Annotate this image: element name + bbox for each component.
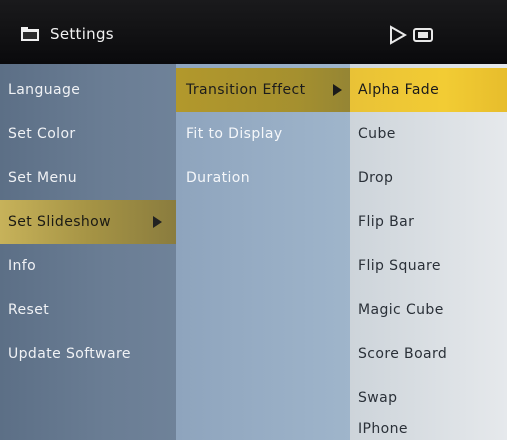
menu-item-label: Set Color (8, 126, 76, 142)
option-drop[interactable]: Drop (350, 156, 507, 200)
submenu-item-transition-effect[interactable]: Transition Effect (176, 68, 350, 112)
menu-item-label: Language (8, 82, 81, 98)
menu-item-reset[interactable]: Reset (0, 288, 176, 332)
option-swap[interactable]: Swap (350, 376, 507, 420)
transition-effect-options: Alpha Fade Cube Drop Flip Bar Flip Squar… (350, 64, 507, 440)
option-label: Magic Cube (358, 302, 444, 318)
submenu-arrow-icon (333, 84, 342, 96)
option-label: Flip Square (358, 258, 441, 274)
page-title: Settings (50, 25, 114, 43)
battery-icon (413, 27, 433, 47)
option-cube[interactable]: Cube (350, 112, 507, 156)
submenu-item-label: Fit to Display (186, 126, 283, 142)
menu-item-set-slideshow[interactable]: Set Slideshow (0, 200, 176, 244)
header-title-group: Settings (20, 22, 114, 46)
option-alpha-fade[interactable]: Alpha Fade (350, 68, 507, 112)
option-label: Cube (358, 126, 396, 142)
option-label: Alpha Fade (358, 82, 440, 98)
option-label: IPhone (358, 421, 408, 437)
submenu-item-label: Transition Effect (186, 82, 306, 98)
option-label: Swap (358, 390, 398, 406)
option-score-board[interactable]: Score Board (350, 332, 507, 376)
menu-item-label: Set Menu (8, 170, 78, 186)
menu-item-label: Info (8, 258, 37, 274)
option-label: Flip Bar (358, 214, 415, 230)
option-flip-square[interactable]: Flip Square (350, 244, 507, 288)
play-icon (389, 25, 408, 49)
submenu-item-duration[interactable]: Duration (176, 156, 350, 200)
folder-icon (20, 26, 40, 42)
option-flip-bar[interactable]: Flip Bar (350, 200, 507, 244)
settings-menu: Language Set Color Set Menu Set Slidesho… (0, 64, 176, 440)
menu-item-label: Update Software (8, 346, 131, 362)
menu-item-language[interactable]: Language (0, 68, 176, 112)
option-label: Drop (358, 170, 394, 186)
option-magic-cube[interactable]: Magic Cube (350, 288, 507, 332)
slideshow-submenu: Transition Effect Fit to Display Duratio… (176, 64, 350, 440)
menu-item-set-menu[interactable]: Set Menu (0, 156, 176, 200)
submenu-arrow-icon (153, 216, 162, 228)
option-iphone[interactable]: IPhone (350, 418, 507, 440)
menu-item-set-color[interactable]: Set Color (0, 112, 176, 156)
menu-item-label: Reset (8, 302, 50, 318)
option-label: Score Board (358, 346, 448, 362)
submenu-item-fit-to-display[interactable]: Fit to Display (176, 112, 350, 156)
menu-item-update-software[interactable]: Update Software (0, 332, 176, 376)
menu-item-label: Set Slideshow (8, 214, 111, 230)
status-icons (389, 25, 433, 49)
menu-item-info[interactable]: Info (0, 244, 176, 288)
submenu-item-label: Duration (186, 170, 251, 186)
header-bar: Settings (0, 0, 507, 64)
